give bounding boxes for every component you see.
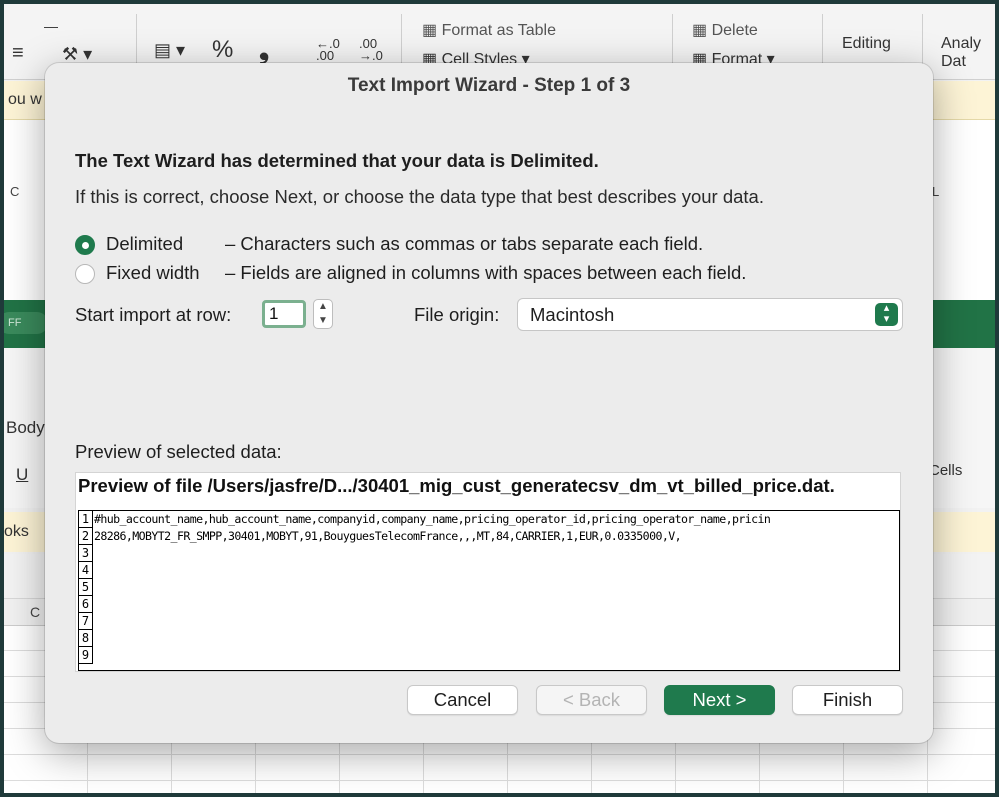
- column-header-c2: C: [30, 604, 41, 620]
- preview-row: 4: [79, 562, 899, 579]
- notice-text: ou w: [8, 91, 42, 108]
- radio-delimited-selected-icon[interactable]: [75, 235, 95, 255]
- option-fixed-width-label: Fixed width: [106, 262, 200, 283]
- preview-row-text: #hub_account_name,hub_account_name,compa…: [94, 512, 771, 526]
- analyze-data-button[interactable]: Analy Dat: [941, 35, 981, 71]
- cells-label: Cells: [929, 462, 963, 479]
- preview-panel[interactable]: Preview of file /Users/jasfre/D.../30401…: [75, 472, 901, 672]
- fill-icon[interactable]: ⚒ ▾: [62, 44, 92, 65]
- column-header-l: L: [932, 184, 940, 199]
- preview-label: Preview of selected data:: [75, 441, 282, 462]
- select-chevron-icon[interactable]: ▴ ▾: [875, 303, 898, 326]
- file-origin-label: File origin:: [414, 304, 500, 325]
- preview-table[interactable]: 1 #hub_account_name,hub_account_name,com…: [78, 510, 900, 671]
- option-delimited-label: Delimited: [106, 233, 184, 254]
- preview-row-text: 28286,MOBYT2_FR_SMPP,30401,MOBYT,91,Bouy…: [94, 529, 682, 543]
- next-button[interactable]: Next >: [664, 685, 775, 715]
- preview-row: 3: [79, 545, 899, 562]
- radio-fixed-width-icon[interactable]: [75, 264, 95, 284]
- wizard-instructions: If this is correct, choose Next, or choo…: [75, 186, 764, 207]
- preview-row-number: 3: [79, 545, 93, 562]
- minus-icon[interactable]: —: [44, 18, 58, 34]
- underline-icon[interactable]: U: [16, 465, 28, 485]
- stepper-down-icon[interactable]: ▼: [314, 315, 332, 326]
- notice-text-2: oks: [4, 523, 29, 540]
- preview-row-number: 7: [79, 613, 93, 630]
- preview-row-number: 1: [79, 511, 93, 528]
- option-fixed-width-desc: – Fields are aligned in columns with spa…: [225, 262, 747, 283]
- start-row-label: Start import at row:: [75, 304, 232, 325]
- preview-row: 5: [79, 579, 899, 596]
- preview-row-number: 9: [79, 647, 93, 664]
- preview-row-number: 2: [79, 528, 93, 545]
- body-font-label: Body: [6, 418, 45, 437]
- column-header-c: C: [10, 184, 20, 199]
- start-row-input[interactable]: [262, 300, 306, 328]
- option-delimited[interactable]: Delimited – Characters such as commas or…: [75, 233, 875, 259]
- delete-button[interactable]: ▦ Delete: [692, 20, 758, 40]
- format-as-table-label: Format as Table: [441, 22, 556, 39]
- percent-icon[interactable]: %: [212, 36, 233, 64]
- preview-row-number: 4: [79, 562, 93, 579]
- preview-row: 8: [79, 630, 899, 647]
- preview-row-number: 5: [79, 579, 93, 596]
- file-origin-value: Macintosh: [530, 304, 615, 325]
- back-button[interactable]: < Back: [536, 685, 647, 715]
- preview-row-number: 6: [79, 596, 93, 613]
- toggle-pill[interactable]: FF: [4, 312, 48, 334]
- delete-label: Delete: [711, 22, 758, 39]
- start-row-stepper[interactable]: ▲ ▼: [313, 299, 333, 329]
- file-origin-select[interactable]: Macintosh ▴ ▾: [517, 298, 903, 331]
- finish-button[interactable]: Finish: [792, 685, 903, 715]
- app-window: ≡ — ⚒ ▾ ▤ ▾ % ❟ ←.0.00 .00 →.0 ▦ Format a…: [4, 4, 995, 793]
- preview-row: 1 #hub_account_name,hub_account_name,com…: [79, 511, 899, 528]
- cancel-button[interactable]: Cancel: [407, 685, 518, 715]
- option-fixed-width[interactable]: Fixed width – Fields are aligned in colu…: [75, 262, 875, 288]
- preview-row-number: 8: [79, 630, 93, 647]
- comma-style-icon[interactable]: ❟: [259, 34, 269, 66]
- preview-row: 7: [79, 613, 899, 630]
- text-import-wizard-dialog: Text Import Wizard - Step 1 of 3 The Tex…: [45, 63, 933, 743]
- accounting-format-icon[interactable]: ▤ ▾: [154, 40, 185, 61]
- stepper-up-icon[interactable]: ▲: [314, 301, 332, 312]
- increase-decimal-icon[interactable]: .00 →.0: [359, 37, 383, 62]
- borders-icon[interactable]: ≡: [12, 42, 24, 65]
- preview-row: 2 28286,MOBYT2_FR_SMPP,30401,MOBYT,91,Bo…: [79, 528, 899, 545]
- preview-row: 9: [79, 647, 899, 664]
- dialog-title: Text Import Wizard - Step 1 of 3: [347, 75, 631, 96]
- preview-row: 6: [79, 596, 899, 613]
- preview-file-path: Preview of file /Users/jasfre/D.../30401…: [78, 475, 835, 496]
- format-as-table-button[interactable]: ▦ Format as Table: [422, 20, 556, 40]
- editing-button[interactable]: Editing: [842, 35, 891, 53]
- decrease-decimal-icon[interactable]: ←.0.00: [316, 37, 340, 62]
- wizard-headline: The Text Wizard has determined that your…: [75, 150, 599, 171]
- option-delimited-desc: – Characters such as commas or tabs sepa…: [225, 233, 704, 254]
